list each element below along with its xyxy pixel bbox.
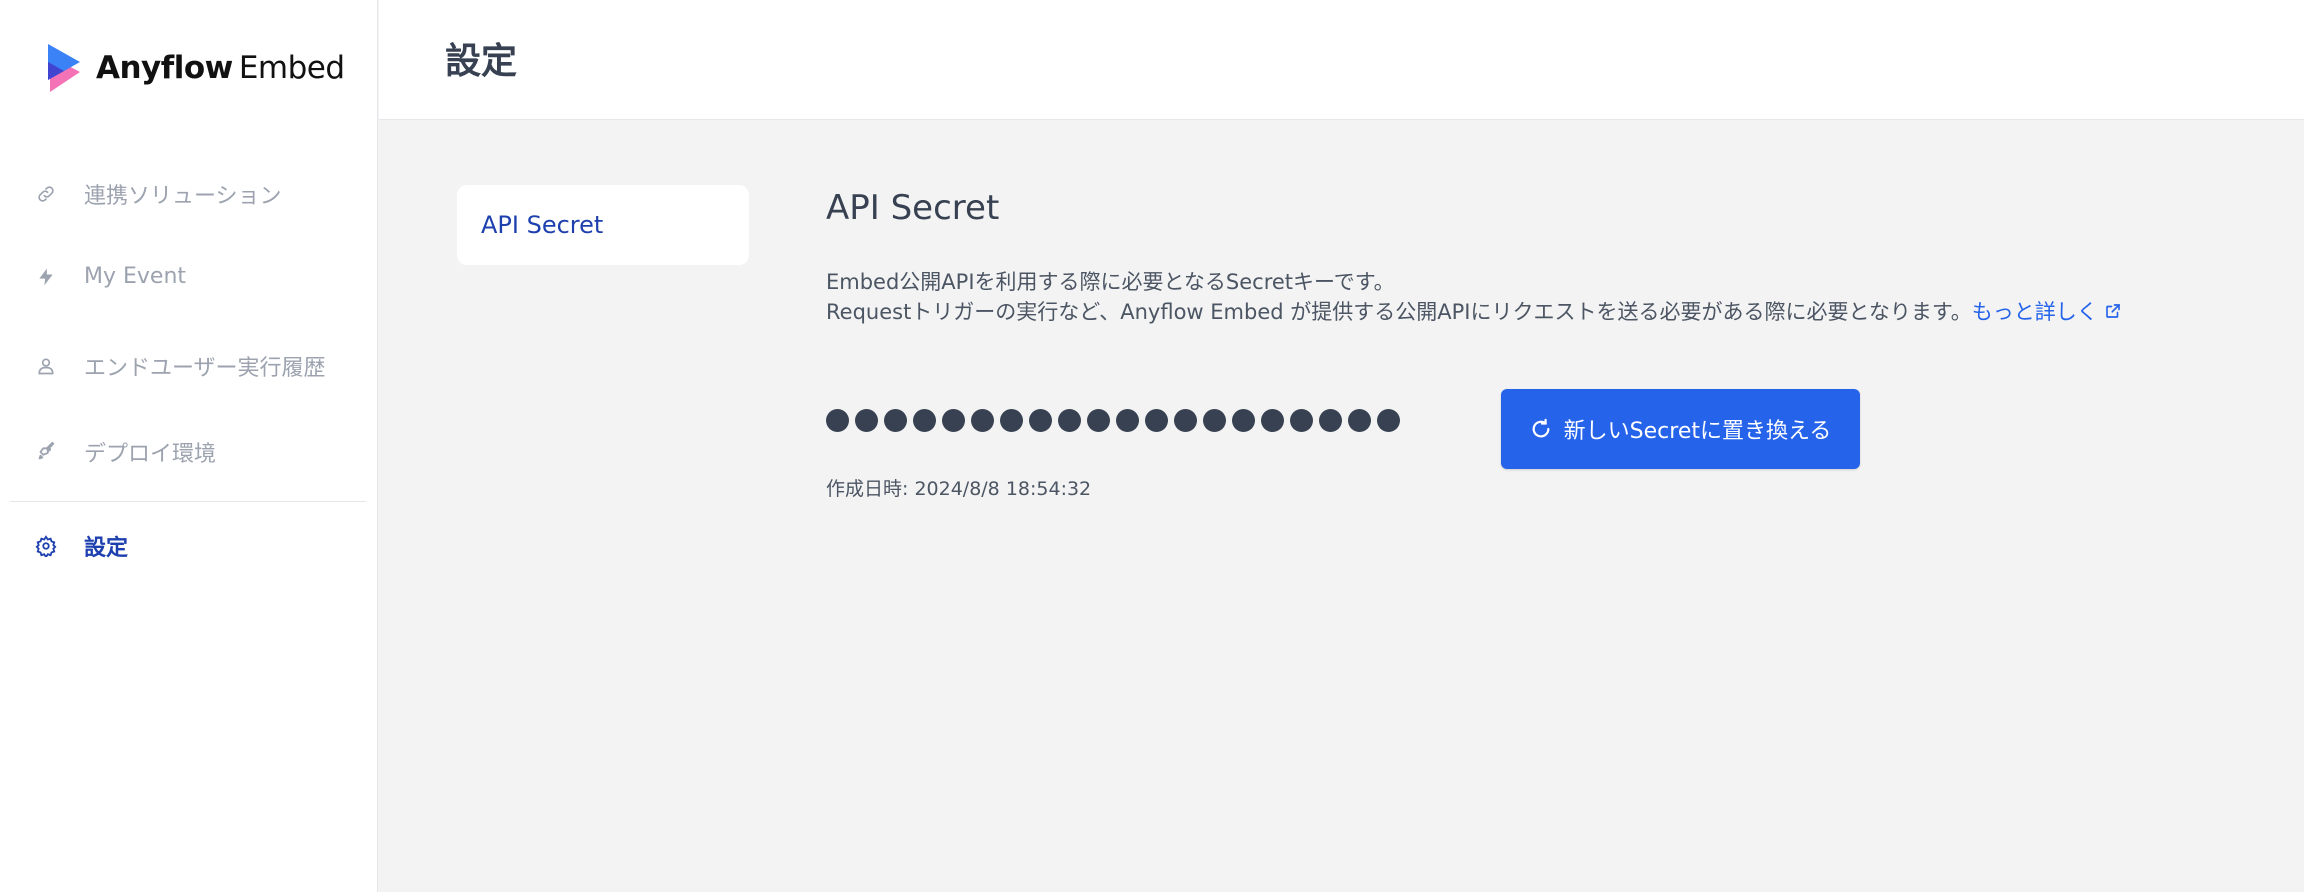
external-link-icon <box>2105 304 2120 318</box>
secret-mask-dot <box>1174 409 1197 432</box>
secret-mask-dot <box>1029 409 1052 432</box>
logo-text-bold: Anyflow <box>96 50 233 86</box>
user-icon <box>34 354 58 378</box>
description-line-2: Requestトリガーの実行など、Anyflow Embed が提供する公開AP… <box>826 296 2122 326</box>
sidebar-item-label: エンドユーザー実行履歴 <box>84 356 326 381</box>
refresh-icon <box>1532 418 1550 438</box>
description-text: Requestトリガーの実行など、Anyflow Embed が提供する公開AP… <box>826 300 1972 324</box>
secret-mask-dot <box>942 409 965 432</box>
rocket-icon <box>34 440 58 464</box>
secret-mask-dot <box>1232 409 1255 432</box>
sidebar-item-label: デプロイ環境 <box>84 442 217 467</box>
sidebar-item-label: My Event <box>84 264 187 289</box>
sidebar-item-my-event[interactable]: My Event <box>34 264 186 289</box>
secret-mask-dot <box>1145 409 1168 432</box>
secret-mask-dot <box>1290 409 1313 432</box>
more-details-link[interactable]: もっと詳しく <box>1972 296 2122 326</box>
created-at-timestamp: 作成日時: 2024/8/8 18:54:32 <box>826 478 1092 500</box>
secret-mask-dot <box>1348 409 1371 432</box>
page-header: 設定 <box>379 0 2304 120</box>
sidebar: Anyflow Embed 連携ソリューション My Event エンドユーザー実… <box>0 0 378 892</box>
logo-text: Anyflow Embed <box>96 50 345 86</box>
secret-mask-dot <box>1319 409 1342 432</box>
secret-mask-dot <box>884 409 907 432</box>
replace-secret-label: 新しいSecretに置き換える <box>1563 419 1832 444</box>
secret-mask-dot <box>913 409 936 432</box>
secret-mask-dot <box>826 409 849 432</box>
page-title: 設定 <box>445 41 518 82</box>
sidebar-divider <box>10 501 366 502</box>
secret-mask-dot <box>1203 409 1226 432</box>
description-line-1: Embed公開APIを利用する際に必要となるSecretキーです。 <box>826 270 1395 294</box>
replace-secret-button[interactable]: 新しいSecretに置き換える <box>1501 389 1860 469</box>
sidebar-item-end-user-history[interactable]: エンドユーザー実行履歴 <box>34 350 326 382</box>
link-icon <box>34 182 58 206</box>
secret-mask-dot <box>1087 409 1110 432</box>
sidebar-item-label: 連携ソリューション <box>84 184 282 209</box>
settings-nav-item-api-secret[interactable]: API Secret <box>457 185 749 265</box>
secret-mask-dot <box>1116 409 1139 432</box>
section-title: API Secret <box>826 188 1000 228</box>
secret-mask-dot <box>1000 409 1023 432</box>
app-logo[interactable]: Anyflow Embed <box>44 40 345 96</box>
settings-nav-label: API Secret <box>481 211 604 239</box>
secret-mask-dot <box>855 409 878 432</box>
anyflow-logo-icon <box>48 44 80 92</box>
gear-icon <box>34 534 58 558</box>
secret-mask-dot <box>1261 409 1284 432</box>
sidebar-item-label: 設定 <box>84 536 129 561</box>
more-details-label: もっと詳しく <box>1971 300 2098 324</box>
sidebar-item-settings[interactable]: 設定 <box>34 530 128 562</box>
secret-mask-dot <box>971 409 994 432</box>
logo-text-light: Embed <box>238 50 345 86</box>
bolt-icon <box>34 265 58 289</box>
sidebar-item-deploy[interactable]: デプロイ環境 <box>34 436 216 468</box>
masked-secret <box>826 409 1400 432</box>
sidebar-item-integrations[interactable]: 連携ソリューション <box>34 178 282 210</box>
secret-mask-dot <box>1377 409 1400 432</box>
secret-mask-dot <box>1058 409 1081 432</box>
